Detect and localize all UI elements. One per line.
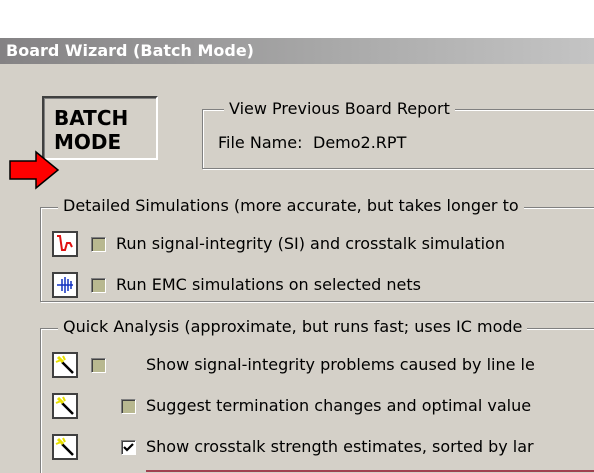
quick-analysis-legend: Quick Analysis (approximate, but runs fa… (58, 318, 528, 336)
crosstalk-wizard-button[interactable] (52, 434, 78, 460)
line-length-wizard-button[interactable] (52, 352, 78, 378)
emc-label: Run EMC simulations on selected nets (116, 275, 421, 294)
crosstalk-estimates-label: Show crosstalk strength estimates, sorte… (146, 437, 534, 456)
emc-checkbox[interactable] (91, 278, 106, 293)
termination-checkbox[interactable] (121, 399, 136, 414)
detailed-simulations-legend: Detailed Simulations (more accurate, but… (58, 197, 524, 215)
magic-wand-icon (55, 396, 74, 415)
annotation-arrow-icon (9, 150, 60, 190)
wizard-panel: BATCH MODE View Previous Board Report Fi… (0, 64, 594, 473)
magic-wand-icon (55, 355, 74, 374)
checkmark-icon (123, 443, 134, 452)
si-crosstalk-checkbox[interactable] (91, 237, 106, 252)
emc-spectrum-icon (57, 277, 73, 293)
previous-report-legend[interactable]: View Previous Board Report (224, 100, 455, 118)
file-name-value: Demo2.RPT (313, 133, 407, 152)
annotation-underline (146, 470, 594, 472)
crosstalk-estimates-checkbox[interactable] (121, 440, 136, 455)
termination-wizard-button[interactable] (52, 393, 78, 419)
waveform-icon (57, 235, 73, 251)
file-name-label: File Name: (218, 133, 303, 152)
si-simulation-icon-button[interactable] (52, 231, 78, 257)
magic-wand-icon (55, 437, 74, 456)
window-title: Board Wizard (Batch Mode) (0, 38, 594, 64)
si-problems-label: Show signal-integrity problems caused by… (146, 355, 535, 374)
si-crosstalk-label: Run signal-integrity (SI) and crosstalk … (116, 234, 505, 253)
emc-icon-button[interactable] (52, 272, 78, 298)
batch-mode-line2: MODE (54, 130, 122, 154)
termination-label: Suggest termination changes and optimal … (146, 396, 532, 415)
batch-mode-line1: BATCH (54, 106, 129, 130)
si-problems-checkbox[interactable] (91, 358, 106, 373)
